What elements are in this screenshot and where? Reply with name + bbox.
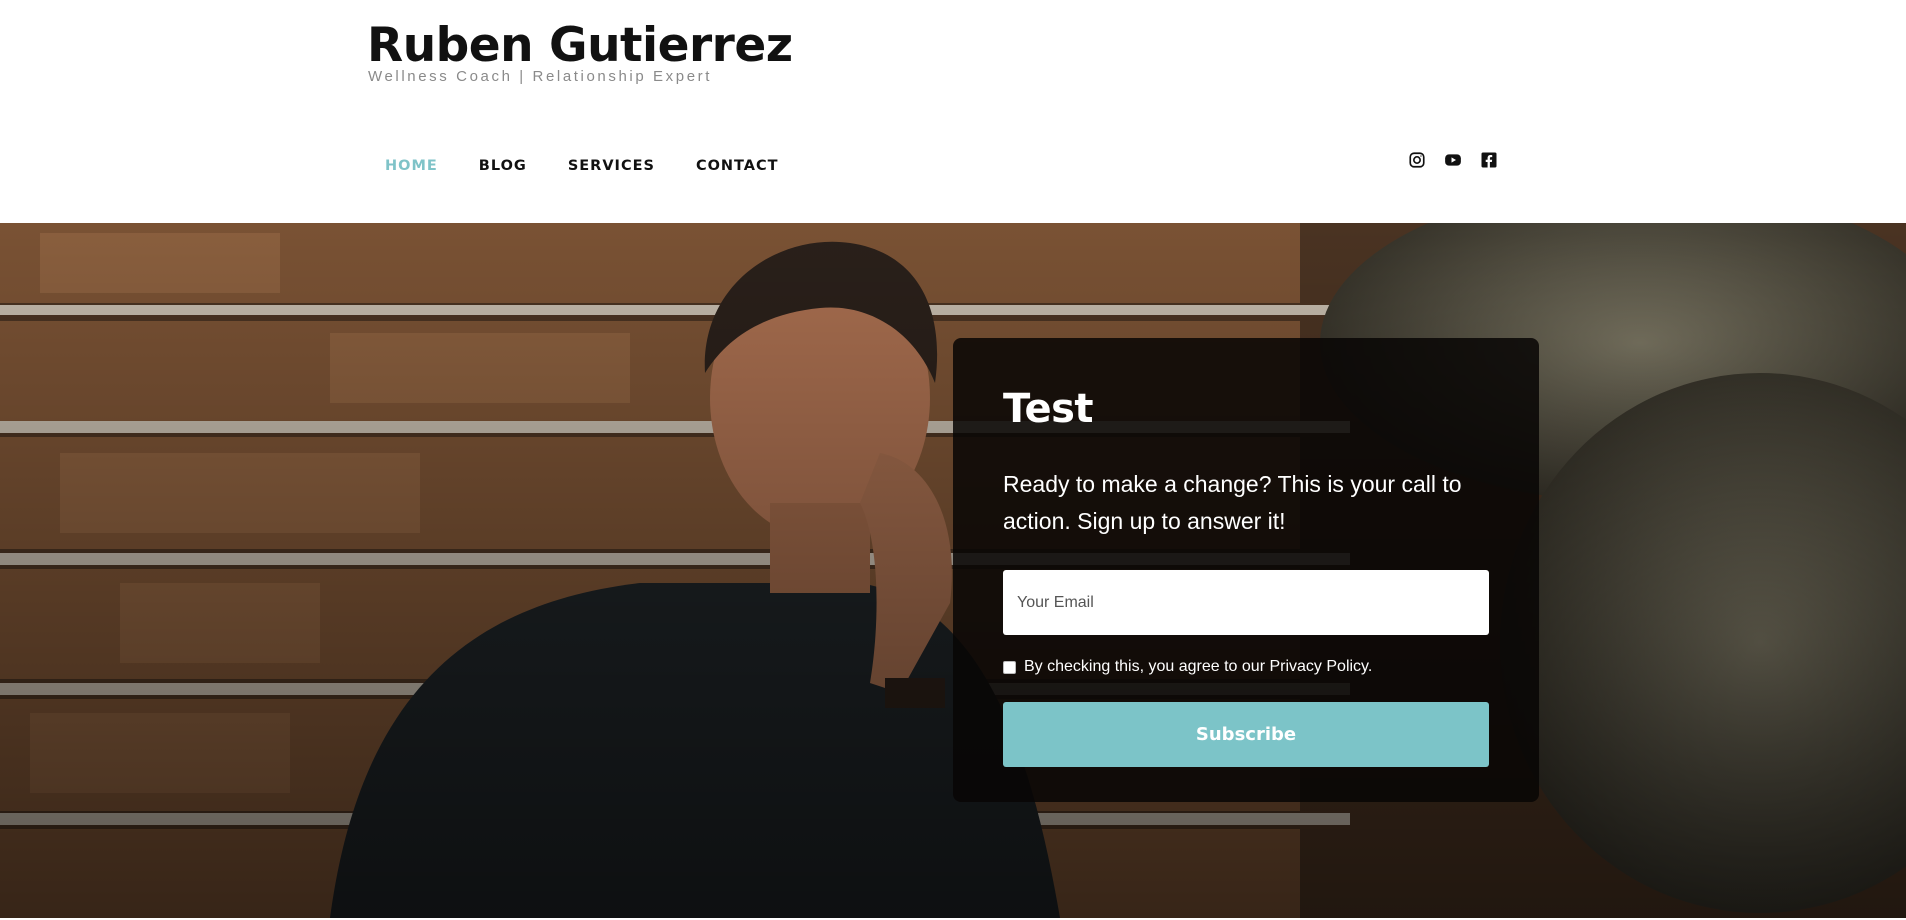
nav-item-contact[interactable]: CONTACT (696, 158, 779, 174)
page: Ruben Gutierrez Wellness Coach | Relatio… (0, 0, 1906, 920)
instagram-icon[interactable] (1408, 151, 1426, 169)
signup-description: Ready to make a change? This is your cal… (1003, 471, 1462, 534)
nav-item-home[interactable]: HOME (385, 158, 438, 174)
social-links (1408, 151, 1498, 169)
nav-item-services[interactable]: SERVICES (568, 158, 655, 174)
subscribe-button[interactable]: Subscribe (1003, 702, 1489, 767)
nav-item-blog[interactable]: BLOG (479, 158, 527, 174)
privacy-consent-checkbox[interactable] (1003, 660, 1016, 674)
privacy-consent-label: By checking this, you agree to our Priva… (1024, 658, 1373, 675)
site-title[interactable]: Ruben Gutierrez (367, 18, 793, 74)
privacy-consent[interactable]: By checking this, you agree to our Priva… (1003, 658, 1372, 676)
email-input[interactable] (1003, 570, 1489, 635)
signup-title: Test (1003, 386, 1094, 432)
site-tagline: Wellness Coach | Relationship Expert (368, 68, 713, 85)
main-nav: HOME BLOG SERVICES CONTACT (385, 155, 779, 177)
youtube-icon[interactable] (1444, 151, 1462, 169)
facebook-icon[interactable] (1480, 151, 1498, 169)
hero-section: Test Ready to make a change? This is you… (0, 223, 1906, 918)
signup-card: Test Ready to make a change? This is you… (953, 338, 1539, 802)
